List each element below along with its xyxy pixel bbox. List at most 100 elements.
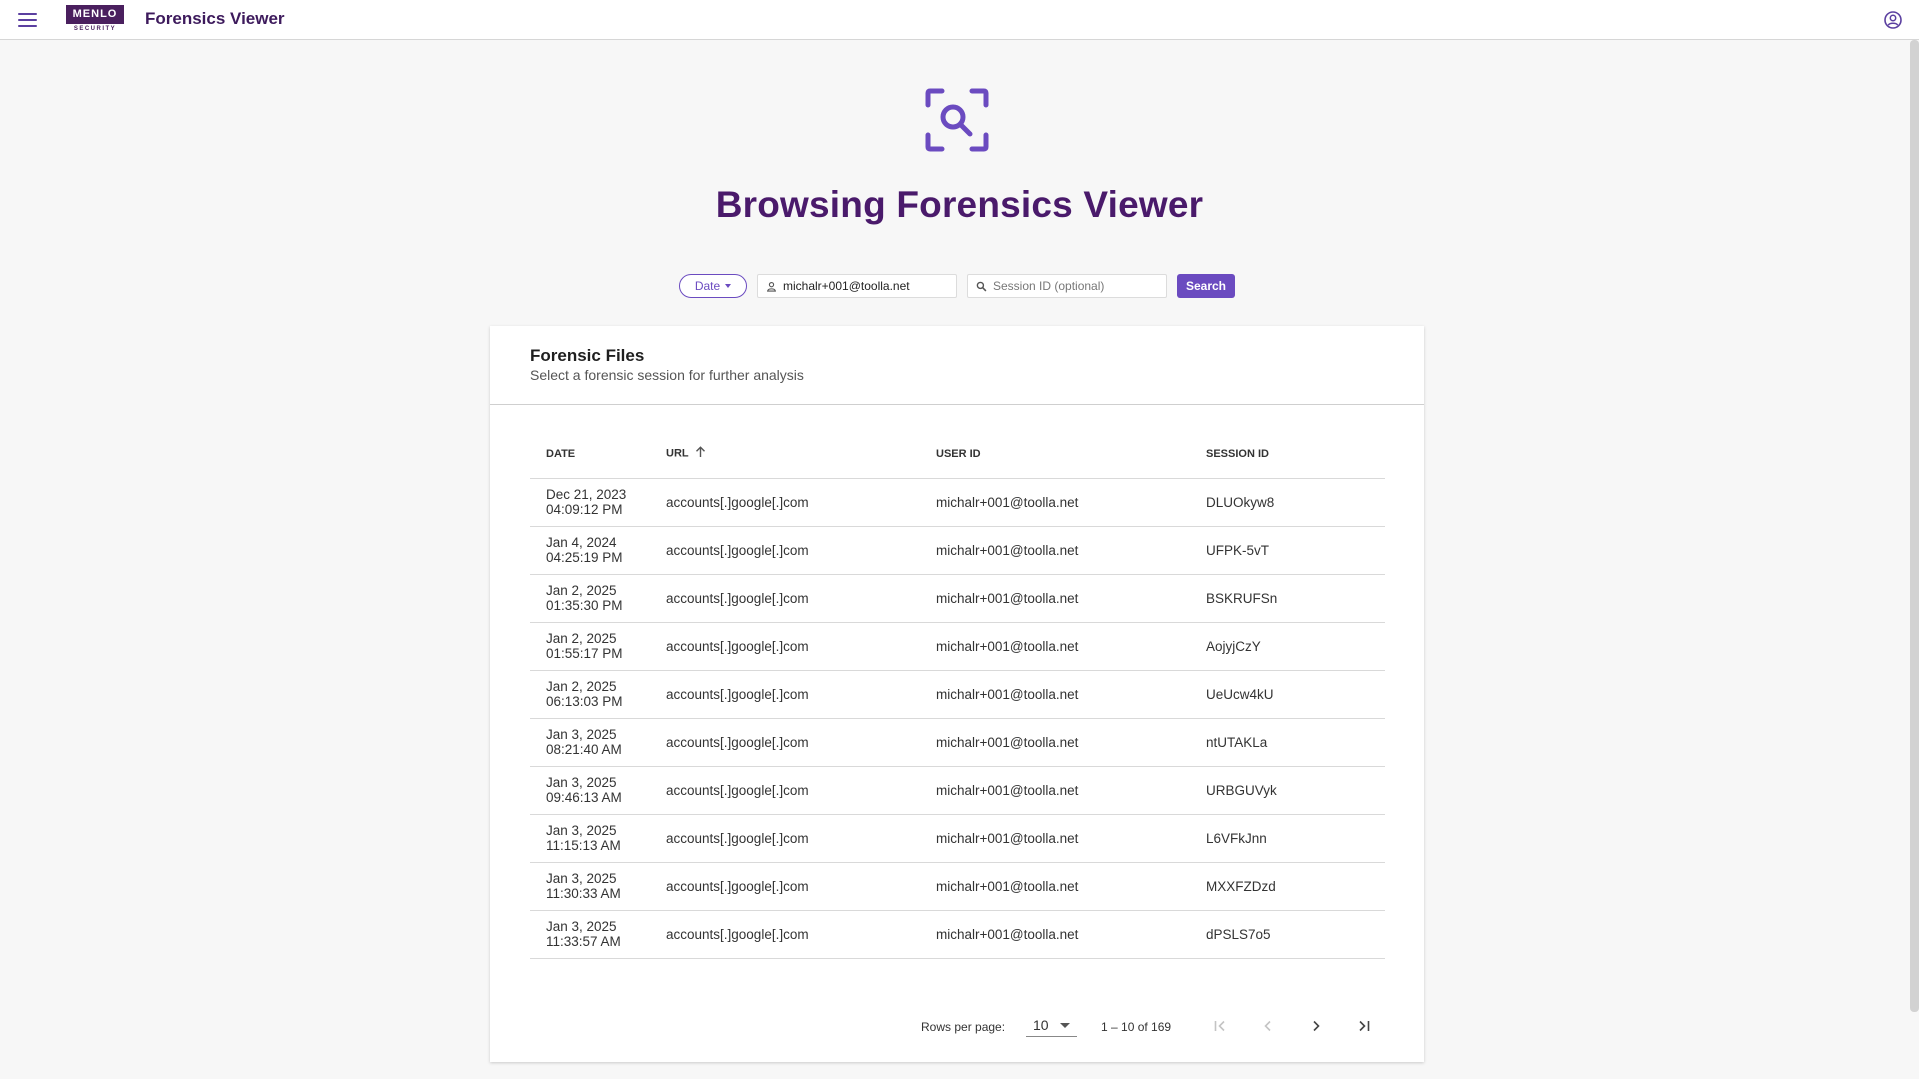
caret-down-icon (725, 284, 732, 288)
session-id-cell: L6VFkJnn (1190, 814, 1385, 863)
date-text: Jan 2, 2025 (546, 679, 617, 694)
date-cell: Dec 21, 2023 04:09:12 PM (530, 478, 650, 527)
url-cell: accounts[.]google[.]com (650, 718, 920, 767)
rows-per-page-label: Rows per page: (921, 1020, 1006, 1034)
date-text: Jan 3, 2025 (546, 919, 617, 934)
user-id-cell: michalr+001@toolla.net (920, 574, 1190, 623)
session-id-cell: BSKRUFSn (1190, 574, 1385, 623)
person-icon (767, 281, 776, 292)
time-text: 11:33:57 AM (546, 934, 621, 949)
table-row[interactable]: Jan 2, 2025 01:35:30 PM accounts[.]google… (530, 574, 1385, 623)
user-id-cell: michalr+001@toolla.net (920, 670, 1190, 719)
table-row[interactable]: Dec 21, 2023 04:09:12 PM accounts[.]googl… (530, 478, 1385, 527)
time-text: 08:21:40 AM (546, 742, 622, 757)
forensic-files-card: Forensic Files Select a forensic session… (490, 326, 1424, 1062)
search-scan-icon (925, 88, 989, 152)
account-circle-icon[interactable] (1883, 10, 1903, 30)
card-title: Forensic Files (530, 346, 645, 365)
app-title: Forensics Viewer (145, 9, 285, 28)
table-row[interactable]: Jan 3, 2025 08:21:40 AM accounts[.]google… (530, 718, 1385, 767)
session-id-cell: AojyjCzY (1190, 622, 1385, 671)
logo-subtext: SECURITY (73, 26, 117, 32)
arrow-up-icon (695, 446, 706, 461)
user-id-cell: michalr+001@toolla.net (920, 478, 1190, 527)
time-text: 09:46:13 AM (546, 790, 622, 805)
date-text: Jan 3, 2025 (546, 775, 617, 790)
time-text: 06:13:03 PM (546, 694, 623, 709)
user-id-cell: michalr+001@toolla.net (920, 910, 1190, 959)
column-header-user-id[interactable]: USER ID (920, 430, 1190, 479)
time-text: 11:30:33 AM (546, 886, 621, 901)
column-header-session-id[interactable]: SESSION ID (1190, 430, 1385, 479)
time-text: 11:15:13 AM (546, 838, 621, 853)
last-page-icon[interactable] (1352, 1014, 1376, 1038)
date-cell: Jan 2, 2025 01:55:17 PM (530, 622, 650, 671)
table-row[interactable]: Jan 3, 2025 11:15:13 AM accounts[.]google… (530, 814, 1385, 863)
logo-text: MENLO (66, 5, 124, 24)
date-text: Jan 3, 2025 (546, 727, 617, 742)
table-header-row: DATE URL USER ID SESSION ID (530, 430, 1385, 479)
table-row[interactable]: Jan 3, 2025 09:46:13 AM accounts[.]google… (530, 766, 1385, 815)
table-body: Dec 21, 2023 04:09:12 PM accounts[.]googl… (530, 478, 1385, 959)
menu-icon[interactable] (16, 10, 40, 30)
session-id-input[interactable] (993, 279, 1153, 293)
session-id-field[interactable] (967, 274, 1167, 298)
url-cell: accounts[.]google[.]com (650, 574, 920, 623)
date-cell: Jan 3, 2025 11:30:33 AM (530, 862, 650, 911)
date-cell: Jan 2, 2025 01:35:30 PM (530, 574, 650, 623)
time-text: 04:25:19 PM (546, 550, 623, 565)
session-id-cell: dPSLS7o5 (1190, 910, 1385, 959)
date-cell: Jan 3, 2025 09:46:13 AM (530, 766, 650, 815)
table-row[interactable]: Jan 2, 2025 06:13:03 PM accounts[.]google… (530, 670, 1385, 719)
chevron-left-icon[interactable] (1256, 1014, 1280, 1038)
chevron-right-icon[interactable] (1304, 1014, 1328, 1038)
date-filter-label: Date (694, 279, 721, 293)
session-id-cell: URBGUVyk (1190, 766, 1385, 815)
session-id-cell: DLUOkyw8 (1190, 478, 1385, 527)
time-text: 01:55:17 PM (546, 646, 623, 661)
column-header-label: URL (666, 447, 689, 460)
user-id-cell: michalr+001@toolla.net (920, 526, 1190, 575)
url-cell: accounts[.]google[.]com (650, 478, 920, 527)
forensic-files-table: DATE URL USER ID SESSION ID Dec 21, 2023… (530, 430, 1385, 959)
url-cell: accounts[.]google[.]com (650, 622, 920, 671)
user-id-cell: michalr+001@toolla.net (920, 718, 1190, 767)
column-header-url[interactable]: URL (650, 430, 920, 479)
user-id-cell: michalr+001@toolla.net (920, 622, 1190, 671)
date-text: Dec 21, 2023 (546, 487, 627, 502)
date-cell: Jan 3, 2025 11:15:13 AM (530, 814, 650, 863)
page-title: Browsing Forensics Viewer (715, 184, 1204, 225)
first-page-icon[interactable] (1208, 1014, 1232, 1038)
user-id-cell: michalr+001@toolla.net (920, 862, 1190, 911)
session-id-cell: MXXFZDzd (1190, 862, 1385, 911)
user-id-field[interactable] (757, 274, 957, 298)
date-cell: Jan 4, 2024 04:25:19 PM (530, 526, 650, 575)
time-text: 01:35:30 PM (546, 598, 623, 613)
url-cell: accounts[.]google[.]com (650, 862, 920, 911)
paginator: Rows per page: 10 1 – 10 of 169 (490, 1006, 1424, 1046)
date-filter-button[interactable]: Date (679, 274, 747, 298)
session-id-cell: UeUcw4kU (1190, 670, 1385, 719)
table-row[interactable]: Jan 4, 2024 04:25:19 PM accounts[.]google… (530, 526, 1385, 575)
column-header-label: SESSION ID (1206, 447, 1269, 460)
date-cell: Jan 2, 2025 06:13:03 PM (530, 670, 650, 719)
page-range-label: 1 – 10 of 169 (1101, 1020, 1172, 1034)
table-row[interactable]: Jan 3, 2025 11:30:33 AM accounts[.]google… (530, 862, 1385, 911)
table-row[interactable]: Jan 3, 2025 11:33:57 AM accounts[.]google… (530, 910, 1385, 959)
column-header-date[interactable]: DATE (530, 430, 650, 479)
column-header-label: DATE (546, 447, 576, 460)
session-id-cell: UFPK-5vT (1190, 526, 1385, 575)
url-cell: accounts[.]google[.]com (650, 670, 920, 719)
url-cell: accounts[.]google[.]com (650, 910, 920, 959)
search-button[interactable]: Search (1177, 274, 1235, 298)
date-text: Jan 3, 2025 (546, 823, 617, 838)
caret-down-icon (1060, 1023, 1070, 1028)
url-cell: accounts[.]google[.]com (650, 526, 920, 575)
date-text: Jan 2, 2025 (546, 583, 617, 598)
rows-per-page-value: 10 (1033, 1016, 1049, 1033)
table-row[interactable]: Jan 2, 2025 01:55:17 PM accounts[.]google… (530, 622, 1385, 671)
rows-per-page-select[interactable]: 10 (1026, 1013, 1077, 1037)
user-id-input[interactable] (783, 279, 943, 293)
card-subtitle: Select a forensic session for further an… (530, 367, 804, 383)
date-text: Jan 2, 2025 (546, 631, 617, 646)
